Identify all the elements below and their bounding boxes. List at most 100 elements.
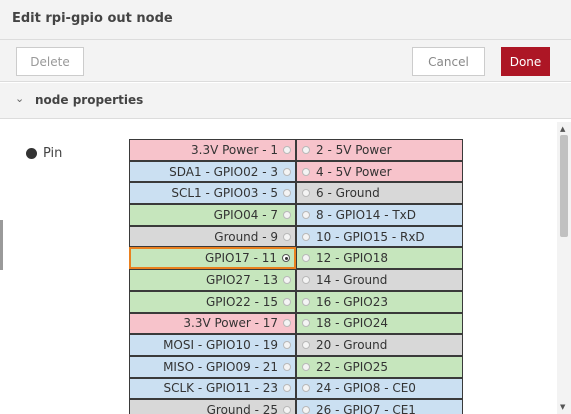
pin-option-label: 6 - Ground — [316, 186, 380, 201]
pin-radio[interactable] — [302, 362, 310, 371]
pin-option[interactable]: GPIO04 - 7 — [129, 204, 296, 226]
pin-option-label: GPIO17 - 11 — [204, 251, 277, 266]
section-title: node properties — [35, 93, 144, 107]
pin-option[interactable]: 14 - Ground — [296, 269, 463, 291]
pin-row: GPIO17 - 11 12 - GPIO18 — [129, 247, 463, 270]
pin-option[interactable]: 12 - GPIO18 — [296, 247, 463, 270]
pin-radio[interactable] — [302, 167, 310, 176]
pin-row: GPIO22 - 15 16 - GPIO23 — [129, 290, 463, 313]
pin-radio[interactable] — [302, 406, 310, 414]
pin-option-label: MOSI - GPIO10 - 19 — [163, 338, 278, 353]
pin-option[interactable]: 3.3V Power - 17 — [129, 312, 296, 335]
node-properties-header[interactable]: ⌄ node properties — [0, 83, 571, 119]
pin-radio[interactable] — [302, 319, 310, 328]
cancel-button[interactable]: Cancel — [412, 47, 485, 76]
pin-row: GPIO04 - 7 8 - GPIO14 - TxD — [129, 204, 463, 226]
pin-option[interactable]: GPIO22 - 15 — [129, 290, 296, 313]
pin-option-label: 10 - GPIO15 - RxD — [316, 229, 425, 244]
pin-option-label: 26 - GPIO7 - CE1 — [316, 403, 416, 414]
pin-option[interactable]: SCL1 - GPIO03 - 5 — [129, 182, 296, 205]
scroll-up-arrow-icon[interactable]: ▲ — [560, 125, 565, 133]
pin-row: 3.3V Power - 17 18 - GPIO24 — [129, 312, 463, 335]
pin-row: SCL1 - GPIO03 - 5 6 - Ground — [129, 182, 463, 205]
pin-option-label: SCL1 - GPIO03 - 5 — [171, 186, 278, 201]
pin-option[interactable]: Ground - 9 — [129, 225, 296, 248]
pin-option-label: 18 - GPIO24 — [316, 316, 389, 331]
pin-option-label: Ground - 25 — [206, 403, 278, 414]
pin-option[interactable]: SCLK - GPIO11 - 23 — [129, 377, 296, 400]
pin-option-label: MISO - GPIO09 - 21 — [163, 359, 278, 374]
pin-option[interactable]: MOSI - GPIO10 - 19 — [129, 334, 296, 356]
pin-field-label: Pin — [26, 146, 62, 161]
pin-radio[interactable] — [283, 406, 291, 414]
pin-option-label: GPIO27 - 13 — [205, 272, 278, 287]
pin-radio[interactable] — [283, 297, 291, 306]
pin-option-label: SDA1 - GPIO02 - 3 — [169, 164, 278, 179]
pin-radio[interactable] — [283, 362, 291, 371]
pin-option[interactable]: 26 - GPIO7 - CE1 — [296, 399, 463, 414]
pin-option-label: GPIO04 - 7 — [213, 207, 278, 222]
pin-option[interactable]: GPIO17 - 11 — [129, 247, 296, 270]
pin-option-label: GPIO22 - 15 — [205, 294, 278, 309]
pin-option-label: 14 - Ground — [316, 272, 388, 287]
delete-button[interactable]: Delete — [16, 47, 84, 76]
scroll-thumb[interactable] — [560, 135, 568, 237]
pin-option-label: 3.3V Power - 1 — [191, 142, 278, 157]
pin-option[interactable]: 3.3V Power - 1 — [129, 139, 296, 161]
pin-radio[interactable] — [283, 232, 291, 241]
dialog-title: Edit rpi-gpio out node — [12, 11, 173, 26]
pin-radio[interactable] — [302, 254, 310, 263]
pin-option-label: 22 - GPIO25 — [316, 359, 389, 374]
done-button[interactable]: Done — [501, 47, 550, 76]
pin-radio[interactable] — [302, 189, 310, 198]
pin-row: SCLK - GPIO11 - 23 24 - GPIO8 - CE0 — [129, 377, 463, 400]
pin-option[interactable]: 10 - GPIO15 - RxD — [296, 225, 463, 248]
pin-row: MOSI - GPIO10 - 19 20 - Ground — [129, 334, 463, 356]
pin-radio[interactable] — [283, 275, 291, 284]
pin-option[interactable]: 24 - GPIO8 - CE0 — [296, 377, 463, 400]
pin-option[interactable]: 2 - 5V Power — [296, 139, 463, 161]
pin-option[interactable]: GPIO27 - 13 — [129, 269, 296, 291]
pin-radio[interactable] — [302, 341, 310, 350]
pin-option-label: 20 - Ground — [316, 338, 388, 353]
chevron-down-icon: ⌄ — [15, 92, 25, 105]
pin-option[interactable]: Ground - 25 — [129, 399, 296, 414]
panel-edge-handle[interactable] — [0, 220, 3, 270]
pin-radio[interactable] — [302, 384, 310, 393]
scroll-down-arrow-icon[interactable]: ▼ — [560, 403, 565, 411]
pin-radio[interactable] — [283, 319, 291, 328]
pin-row: MISO - GPIO09 - 21 22 - GPIO25 — [129, 355, 463, 378]
pin-selector-grid: 3.3V Power - 1 2 - 5V Power SDA1 - GPIO02 … — [129, 139, 463, 414]
pin-radio[interactable] — [283, 341, 291, 350]
pin-radio[interactable] — [283, 167, 291, 176]
dialog-titlebar: Edit rpi-gpio out node — [0, 0, 571, 40]
pin-radio[interactable] — [283, 210, 291, 219]
pin-option-label: 2 - 5V Power — [316, 142, 392, 157]
pin-radio[interactable] — [302, 145, 310, 154]
pin-radio[interactable] — [283, 189, 291, 198]
pin-option[interactable]: 20 - Ground — [296, 334, 463, 356]
pin-option[interactable]: 18 - GPIO24 — [296, 312, 463, 335]
pin-radio[interactable] — [302, 297, 310, 306]
pin-radio[interactable] — [282, 254, 290, 263]
pin-radio[interactable] — [283, 384, 291, 393]
pin-radio[interactable] — [302, 275, 310, 284]
pin-option-label: 3.3V Power - 17 — [183, 316, 278, 331]
pin-option[interactable]: 22 - GPIO25 — [296, 355, 463, 378]
pin-radio[interactable] — [302, 232, 310, 241]
pin-row: SDA1 - GPIO02 - 3 4 - 5V Power — [129, 160, 463, 183]
pin-option[interactable]: 6 - Ground — [296, 182, 463, 205]
pin-radio[interactable] — [302, 210, 310, 219]
dialog-toolbar — [0, 40, 571, 82]
pin-option[interactable]: 16 - GPIO23 — [296, 290, 463, 313]
pin-option[interactable]: 8 - GPIO14 - TxD — [296, 204, 463, 226]
pin-label-text: Pin — [43, 146, 63, 161]
pin-radio[interactable] — [283, 145, 291, 154]
pin-icon — [26, 148, 37, 159]
pin-option-label: 16 - GPIO23 — [316, 294, 389, 309]
pin-option[interactable]: MISO - GPIO09 - 21 — [129, 355, 296, 378]
pin-option-label: 12 - GPIO18 — [316, 251, 389, 266]
pin-option-label: Ground - 9 — [214, 229, 278, 244]
pin-option[interactable]: 4 - 5V Power — [296, 160, 463, 183]
pin-option[interactable]: SDA1 - GPIO02 - 3 — [129, 160, 296, 183]
